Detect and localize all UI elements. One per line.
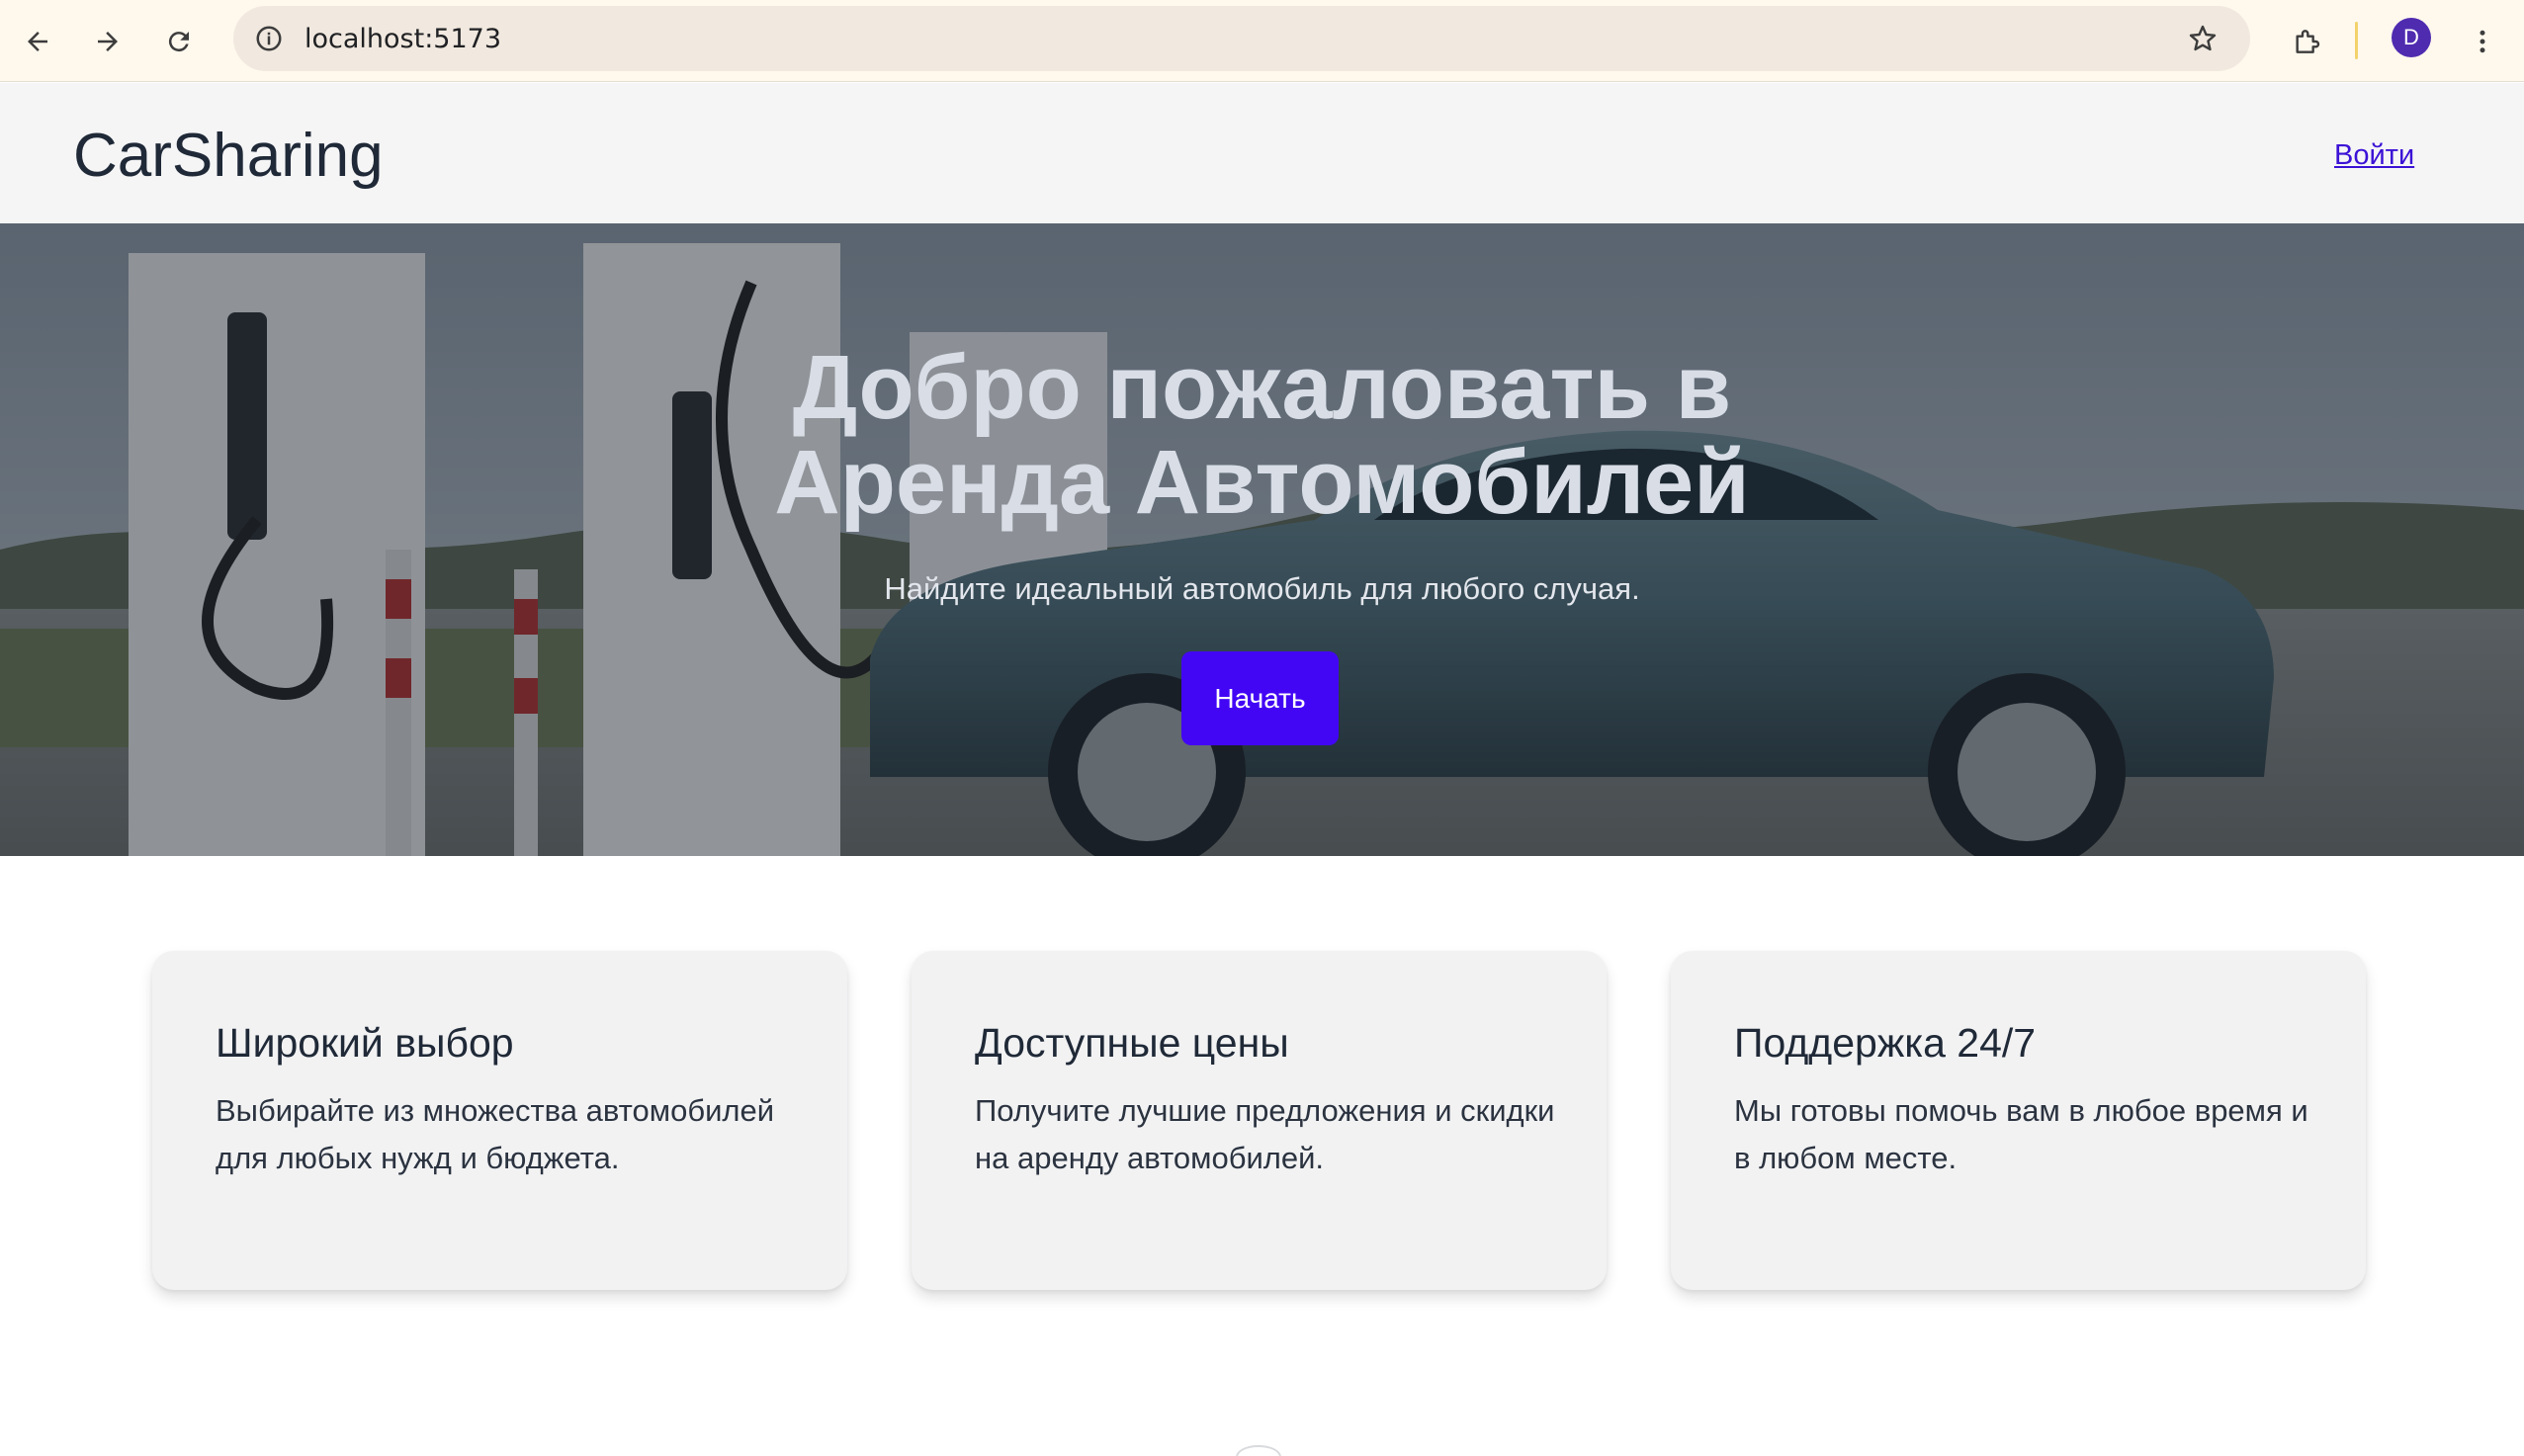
toolbar-divider bbox=[2355, 22, 2358, 59]
address-bar[interactable]: localhost:5173 bbox=[233, 6, 2250, 71]
feature-card-title: Доступные цены bbox=[975, 1020, 1289, 1066]
forward-button[interactable] bbox=[83, 17, 132, 66]
hero-title: Добро пожаловать в Аренда Автомобилей bbox=[0, 340, 2524, 530]
feature-card-support: Поддержка 24/7 Мы готовы помочь вам в лю… bbox=[1671, 951, 2366, 1290]
hero-overlay bbox=[0, 223, 2524, 856]
feature-card-title: Поддержка 24/7 bbox=[1734, 1020, 2037, 1066]
url-text[interactable]: localhost:5173 bbox=[305, 24, 501, 54]
back-button[interactable] bbox=[13, 17, 62, 66]
feature-card-prices: Доступные цены Получите лучшие предложен… bbox=[912, 951, 1607, 1290]
feature-card-text: Выбирайте из множества автомобилей для л… bbox=[216, 1093, 775, 1175]
reload-icon bbox=[168, 32, 189, 52]
hero-section: Добро пожаловать в Аренда Автомобилей На… bbox=[0, 223, 2524, 856]
profile-avatar[interactable]: D bbox=[2392, 18, 2431, 57]
brand-logo[interactable]: CarSharing bbox=[73, 121, 384, 191]
more-menu-icon[interactable] bbox=[2458, 17, 2507, 66]
browser-toolbar: localhost:5173 D bbox=[0, 0, 2524, 82]
hero-title-line-2: Аренда Автомобилей bbox=[774, 432, 1750, 533]
bookmark-star-icon[interactable] bbox=[2183, 19, 2222, 58]
scroll-hint-icon bbox=[1236, 1445, 1281, 1456]
site-info-icon[interactable] bbox=[251, 21, 287, 56]
forward-arrow-icon bbox=[98, 32, 118, 51]
hero-subtitle: Найдите идеальный автомобиль для любого … bbox=[884, 571, 1640, 606]
site-header: CarSharing Войти bbox=[0, 83, 2524, 223]
hero-title-line-1: Добро пожаловать в bbox=[792, 337, 1732, 438]
feature-card-text: Мы готовы помочь вам в любое время и в л… bbox=[1734, 1093, 2308, 1175]
extensions-icon[interactable] bbox=[2282, 17, 2331, 66]
back-arrow-icon bbox=[28, 32, 47, 51]
feature-card-text: Получите лучшие предложения и скидки на … bbox=[975, 1093, 1555, 1175]
feature-card-selection: Широкий выбор Выбирайте из множества авт… bbox=[152, 951, 847, 1290]
feature-card-title: Широкий выбор bbox=[216, 1020, 514, 1066]
reload-button[interactable] bbox=[154, 17, 204, 66]
login-link[interactable]: Войти bbox=[2334, 139, 2414, 172]
start-button[interactable]: Начать bbox=[1181, 651, 1339, 745]
